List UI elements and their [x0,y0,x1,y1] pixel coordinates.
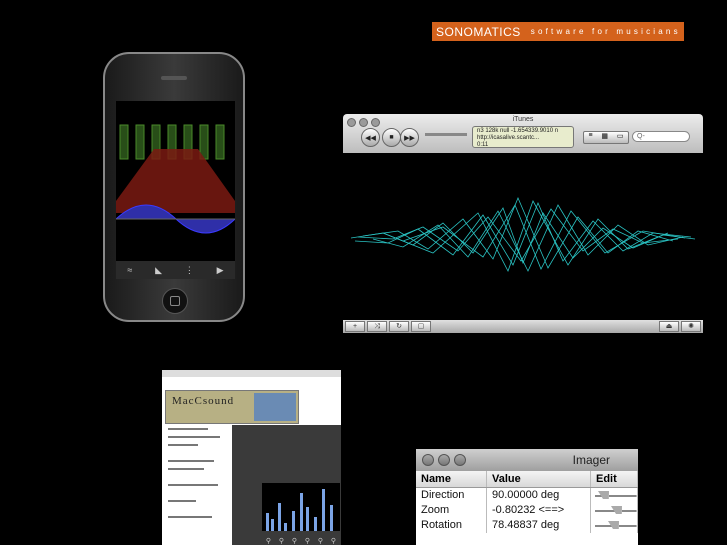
param-name: Zoom [416,503,487,518]
iphone-toolbar: ≈ ◣ ⋮ ▶ [116,261,235,279]
edit-slider[interactable] [591,488,638,503]
param-name: Rotation [416,518,487,533]
code-line [168,484,218,486]
lcd-stream-info: n3 128k null -1.654339.9010 n [477,128,559,134]
brand-tagline: software for musicians [530,27,681,36]
itunes-title: iTunes [512,116,534,123]
imager-title: Imager [572,453,610,467]
search-input[interactable]: Q- [632,131,690,142]
synth-panel: ⚲ ⚲ ⚲ ⚲ ⚲ ⚲ [232,425,341,545]
imager-titlebar: Imager [416,449,638,471]
eject-icon[interactable]: ⏏ [659,321,679,332]
knob[interactable]: ⚲ [266,537,271,545]
menu-bar[interactable] [162,370,341,377]
code-line [168,516,212,518]
lcd-url: http://icasalive.scantc... [477,135,540,141]
album-view-icon[interactable]: ▦ [601,132,608,143]
next-icon[interactable]: ▶▶ [400,128,419,147]
itunes-window: iTunes ◀◀ ■ ▶▶ n3 128k null -1.654339.90… [343,114,703,333]
iphone-screen[interactable]: ≈ ◣ ⋮ ▶ [116,101,235,279]
logo-wave-image [254,393,296,421]
code-line [168,460,214,462]
home-button[interactable] [162,288,188,314]
window-controls [422,454,466,466]
table-row: Rotation 78.48837 deg [416,518,638,533]
visualizer [343,153,703,320]
knob-row: ⚲ ⚲ ⚲ ⚲ ⚲ ⚲ [262,537,340,545]
code-line [168,428,208,430]
sonomatics-banner[interactable]: SONOMATICS software for musicians [432,22,684,41]
param-value[interactable]: 90.00000 deg [487,488,591,503]
column-edit[interactable]: Edit [591,471,638,487]
waveform-display [116,101,235,261]
list-view-icon[interactable]: ≡ [588,132,592,143]
shuffle-icon[interactable]: ⤨ [367,321,387,332]
marker-tool-icon[interactable]: ⋮ [185,265,194,276]
add-playlist-icon[interactable]: + [345,321,365,332]
slider-thumb[interactable] [607,521,619,529]
knob[interactable]: ⚲ [292,537,297,545]
close-dot[interactable] [422,454,434,466]
stop-icon[interactable]: ■ [382,128,401,147]
knob[interactable]: ⚲ [279,537,284,545]
code-line [168,500,196,502]
knob[interactable]: ⚲ [331,537,336,545]
slider-thumb[interactable] [598,491,610,499]
itunes-bottom-bar: + ⤨ ↻ ▢ ⏏ ✺ [343,320,703,333]
param-value[interactable]: 78.48837 deg [487,518,591,533]
column-value[interactable]: Value [487,471,591,487]
slider-thumb[interactable] [611,506,622,514]
repeat-icon[interactable]: ↻ [389,321,409,332]
param-value[interactable]: -0.80232 <==> [487,503,591,518]
artwork-icon[interactable]: ▢ [411,321,431,332]
table-row: Zoom -0.80232 <==> [416,503,638,518]
minimize-dot[interactable] [438,454,450,466]
knob[interactable]: ⚲ [305,537,310,545]
play-icon[interactable]: ▶ [217,265,224,276]
brand-name: SONOMATICS [436,24,521,39]
ramp-tool-icon[interactable]: ◣ [155,265,162,276]
table-row: Direction 90.00000 deg [416,488,638,503]
table-header: Name Value Edit [416,471,638,488]
previous-icon[interactable]: ◀◀ [361,128,380,147]
visualizer-toggle-icon[interactable]: ✺ [681,321,701,332]
edit-slider[interactable] [591,503,638,518]
code-line [168,468,204,470]
imager-window: Imager Name Value Edit Direction 90.0000… [416,449,638,545]
view-buttons[interactable]: ≡ ▦ ▭ [583,131,629,144]
code-line [168,436,220,438]
knob[interactable]: ⚲ [318,537,323,545]
visualizer-waveform [350,196,696,273]
speaker-grille [161,76,187,80]
itunes-titlebar: iTunes ◀◀ ■ ▶▶ n3 128k null -1.654339.90… [343,114,703,153]
coverflow-icon[interactable]: ▭ [617,132,624,143]
now-playing-display: n3 128k null -1.654339.9010 n http://ica… [472,126,574,148]
param-name: Direction [416,488,487,503]
logo-text: MacCsound [172,395,235,407]
iphone-device: ≈ ◣ ⋮ ▶ [103,52,245,322]
column-name[interactable]: Name [416,471,487,487]
spectrum-bars [262,483,340,531]
wave-tool-icon[interactable]: ≈ [127,265,132,275]
code-line [168,444,198,446]
volume-slider[interactable] [425,133,467,136]
maccsound-window: MacCsound ⚲ ⚲ ⚲ ⚲ ⚲ ⚲ [162,370,341,545]
maccsound-logo: MacCsound [165,390,299,424]
zoom-dot[interactable] [454,454,466,466]
edit-slider[interactable] [591,518,638,533]
lcd-time: 0:11 [477,142,489,148]
